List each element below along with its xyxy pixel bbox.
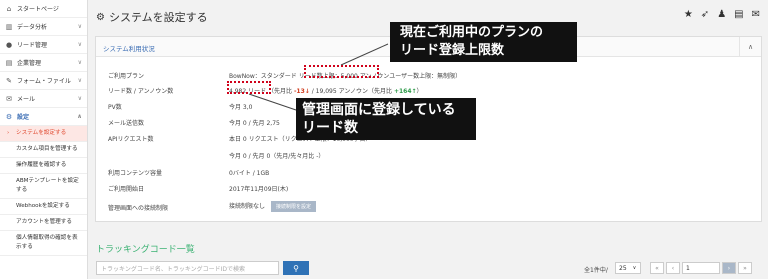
sidebar-item-settings[interactable]: ⚙ 設定 ∧ — [0, 108, 87, 126]
sidebar-subitem-custom-fields[interactable]: カスタム項目を管理する — [0, 142, 87, 158]
sidebar-subitem-system[interactable]: システムを設定する — [0, 126, 87, 142]
row-value: 0バイト / 1GB — [229, 170, 270, 177]
row-label: APIリクエスト数 — [108, 136, 154, 143]
prev-month-label: （先月比 — [268, 88, 294, 95]
row-label: ご利用開始日 — [108, 186, 145, 193]
unknown-count: / 19,095 アンノウン（先月比 — [311, 88, 394, 95]
last-page-button[interactable]: » — [738, 262, 752, 274]
page-input[interactable]: 1 — [682, 262, 720, 274]
home-icon: ⌂ — [6, 4, 12, 13]
highlight-lead-limit — [304, 65, 379, 78]
set-restriction-button[interactable]: 接続制限を設定 — [270, 201, 316, 212]
page-title-text: システムを設定する — [108, 11, 208, 24]
callout-line: 現在ご利用中のプランの — [400, 25, 544, 40]
person-icon[interactable]: ♟ — [717, 9, 726, 20]
unknown-diff: +164↑ — [393, 88, 417, 95]
sidebar-item-mail[interactable]: ✉ メール ∨ — [0, 90, 87, 108]
building-icon: ▤ — [5, 58, 13, 67]
row-value: 今月 0 / 先月 2,75 — [229, 120, 280, 127]
sidebar-item-analytics[interactable]: ▥ データ分析 ∨ — [0, 18, 87, 36]
sidebar-item-label: 企業管理 — [17, 60, 42, 67]
row-label: PV数 — [108, 104, 122, 111]
callout-line: 管理画面に登録している — [302, 102, 456, 118]
next-page-button[interactable]: › — [722, 262, 736, 274]
callout-plan-limit: 現在ご利用中のプランの リード登録上限数 — [390, 22, 577, 62]
mail-icon[interactable]: ✉ — [752, 9, 760, 20]
per-page-value: 25 — [619, 264, 627, 272]
callout-line: リード数 — [302, 120, 358, 136]
page-title: ⚙ システムを設定する — [96, 9, 208, 25]
sidebar: ⌂ スタートページ ▥ データ分析 ∨ ● リード管理 ∨ ▤ 企業管理 ∨ ✎… — [0, 0, 88, 279]
callout-lead-count: 管理画面に登録している リード数 — [296, 98, 476, 140]
search-button[interactable]: ⚲ — [283, 261, 309, 275]
document-icon[interactable]: ▤ — [734, 9, 743, 20]
row-value: 今月 0 / 先月 0（先月/先々月比 -） — [229, 153, 325, 160]
highlight-lead-count — [227, 81, 271, 94]
sidebar-item-label: フォーム・ファイル — [17, 78, 71, 85]
gear-icon: ⚙ — [96, 11, 105, 23]
search-placeholder: トラッキングコード名、トラッキングコードIDで検索 — [101, 265, 246, 273]
sidebar-item-label: メール — [17, 96, 36, 103]
panel-title: システム利用状況 — [103, 45, 155, 53]
close-paren: ） — [416, 88, 423, 95]
rocket-icon[interactable]: ➶ — [701, 9, 709, 20]
sidebar-item-leads[interactable]: ● リード管理 ∨ — [0, 36, 87, 54]
sidebar-item-label: データ分析 — [17, 24, 48, 31]
star-icon[interactable]: ★ — [684, 9, 693, 20]
row-value: 今月 3,0 — [229, 104, 253, 111]
chevron-down-icon: ∨ — [77, 59, 82, 66]
sidebar-subitem-privacy[interactable]: 個人情報取得の確認を表示する — [0, 231, 87, 256]
pagination: « ‹ 1 › » — [650, 262, 752, 274]
sidebar-subitem-history[interactable]: 操作履歴を確認する — [0, 158, 87, 174]
chevron-down-icon: ∨ — [77, 23, 82, 30]
row-label: ご利用プラン — [108, 73, 145, 80]
user-icon: ● — [5, 40, 13, 49]
row-label: 管理画面への接続制限 — [108, 205, 169, 212]
chevron-down-icon: ∨ — [77, 77, 82, 84]
sidebar-item-companies[interactable]: ▤ 企業管理 ∨ — [0, 54, 87, 72]
tracking-section-title: トラッキングコード一覧 — [96, 245, 195, 255]
sidebar-subitem-accounts[interactable]: アカウントを管理する — [0, 215, 87, 231]
tracking-search-input[interactable]: トラッキングコード名、トラッキングコードIDで検索 — [96, 261, 279, 275]
chevron-up-icon: ∧ — [77, 113, 82, 120]
callout-line: リード登録上限数 — [400, 43, 505, 58]
sidebar-item-forms[interactable]: ✎ フォーム・ファイル ∨ — [0, 72, 87, 90]
edit-icon: ✎ — [6, 76, 12, 85]
chart-icon: ▥ — [5, 22, 13, 31]
sidebar-subitem-abm[interactable]: ABMテンプレートを設定する — [0, 174, 87, 199]
chevron-down-icon: ∨ — [77, 95, 82, 102]
row-value: 2017年11月09日(木) — [229, 186, 289, 193]
sidebar-item-label: スタートページ — [17, 6, 59, 13]
row-value: 接続制限なし 接続制限を設定 — [229, 201, 316, 212]
gear-icon: ⚙ — [5, 112, 13, 121]
header-icons: ★ ➶ ♟ ▤ ✉ — [684, 9, 760, 20]
collapse-button[interactable]: ∧ — [739, 37, 761, 56]
sidebar-item-label: 設定 — [17, 114, 30, 121]
app-root: ⌂ スタートページ ▥ データ分析 ∨ ● リード管理 ∨ ▤ 企業管理 ∨ ✎… — [0, 0, 768, 279]
row-label: リード数 / アンノウン数 — [108, 88, 174, 95]
row-label: 利用コンテンツ容量 — [108, 170, 163, 177]
sidebar-item-label: リード管理 — [17, 42, 48, 49]
mail-icon: ✉ — [6, 94, 12, 103]
sidebar-item-start[interactable]: ⌂ スタートページ — [0, 0, 87, 18]
row-label: メール送信数 — [108, 120, 145, 127]
prev-page-button[interactable]: ‹ — [666, 262, 680, 274]
lead-diff: -13↓ — [293, 88, 310, 95]
sidebar-subitem-webhook[interactable]: Webhookを設定する — [0, 199, 87, 215]
result-count: 全1件中/ — [584, 267, 608, 274]
restriction-status: 接続制限なし — [229, 203, 266, 210]
chevron-down-icon: ∨ — [77, 41, 82, 48]
per-page-select[interactable]: 25 ∨ — [615, 262, 641, 274]
search-icon: ⚲ — [293, 263, 299, 273]
first-page-button[interactable]: « — [650, 262, 664, 274]
chevron-down-icon: ∨ — [632, 265, 637, 271]
